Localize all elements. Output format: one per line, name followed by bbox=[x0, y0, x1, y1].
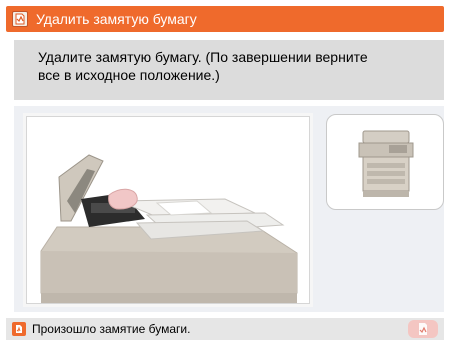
printer-thumbnail bbox=[326, 114, 444, 210]
main-content bbox=[14, 106, 444, 312]
instruction-line-2: все в исходное положение.) bbox=[38, 67, 220, 83]
printer-open-adf-illustration bbox=[40, 154, 298, 303]
status-bar: Произошло замятие бумаги. bbox=[6, 318, 444, 340]
screen: Удалить замятую бумагу Удалите замятую б… bbox=[0, 0, 454, 343]
paper-jam-icon bbox=[12, 11, 28, 27]
status-text: Произошло замятие бумаги. bbox=[32, 322, 191, 336]
page-title: Удалить замятую бумагу bbox=[36, 11, 197, 27]
error-status-button[interactable] bbox=[408, 320, 438, 338]
instruction-line-1: Удалите замятую бумагу. (По завершении в… bbox=[38, 49, 368, 65]
printer-illustration bbox=[26, 116, 310, 304]
paper-jam-icon bbox=[12, 322, 26, 336]
title-bar: Удалить замятую бумагу bbox=[6, 6, 444, 32]
paper-jam-icon bbox=[419, 323, 427, 335]
instruction-message: Удалите замятую бумагу. (По завершении в… bbox=[14, 40, 444, 100]
